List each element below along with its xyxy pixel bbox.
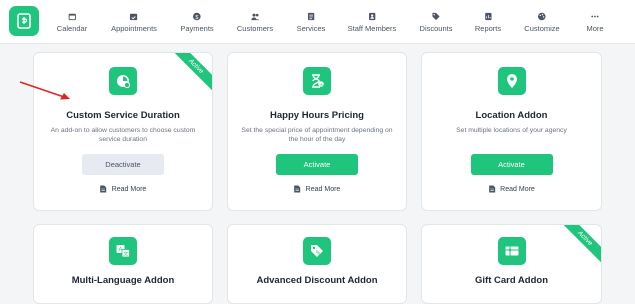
nav-label: Payments (180, 23, 214, 33)
customers-icon (250, 13, 260, 20)
reports-icon (484, 12, 492, 20)
palette-icon (538, 12, 546, 20)
addon-card-advanced-discount-addon: % Advanced Discount Addon (227, 224, 407, 304)
addon-title: Advanced Discount Addon (256, 275, 378, 286)
addon-card-location-addon: Location Addon Set multiple locations of… (421, 52, 602, 211)
addon-title: Multi-Language Addon (71, 275, 175, 286)
addon-card-gift-card-addon: Active Gift Card Addon (421, 224, 602, 304)
addon-card-multi-language-addon: A文 Multi-Language Addon (33, 224, 213, 304)
appointments-icon (130, 13, 138, 20)
app-logo[interactable] (9, 6, 39, 36)
addon-description: Set the special price of appointment dep… (241, 127, 393, 143)
read-more-link[interactable]: Read More (100, 185, 147, 193)
svg-text:%: % (316, 251, 321, 257)
active-badge: Active (556, 225, 601, 268)
nav-calendar[interactable]: Calendar (57, 0, 87, 44)
read-more-link[interactable]: Read More (488, 185, 535, 193)
tag-icon (432, 12, 440, 20)
nav-label: Customers (236, 23, 274, 33)
addon-description: An add-on to allow customers to choose c… (50, 127, 196, 143)
nav-label: More (586, 23, 604, 33)
nav-more[interactable]: More (586, 0, 604, 44)
nav-reports[interactable]: Reports (475, 0, 501, 44)
nav-label: Calendar (56, 23, 88, 33)
addon-title: Custom Service Duration (66, 110, 180, 121)
svg-text:文: 文 (123, 251, 128, 258)
read-more-label: Read More (500, 185, 535, 193)
hourglass-icon: % (303, 67, 331, 95)
logo-icon (17, 13, 31, 29)
nav-label: Discounts (419, 23, 453, 33)
read-more-label: Read More (111, 185, 147, 193)
nav-label: Services (296, 23, 326, 33)
nav-payments[interactable]: $ Payments (180, 0, 214, 44)
nav-label: Reports (474, 23, 502, 33)
clock-pie-icon (109, 67, 137, 95)
top-navigation-bar: Calendar Appointments $ Payments Custome… (0, 0, 635, 44)
more-icon (591, 15, 599, 17)
nav-label: Appointments (111, 23, 157, 33)
nav-label: Staff Members (347, 23, 397, 33)
staff-icon (368, 12, 376, 20)
nav-services[interactable]: Services (296, 0, 326, 44)
activate-button[interactable]: Activate (276, 154, 358, 175)
map-pin-icon (497, 67, 526, 95)
nav-discounts[interactable]: Discounts (419, 0, 453, 44)
activate-button[interactable]: Activate (470, 154, 553, 175)
nav-customize[interactable]: Customize (524, 0, 560, 44)
nav-appointments[interactable]: Appointments (111, 0, 157, 44)
annotation-arrow-icon (19, 81, 70, 100)
payments-icon: $ (193, 12, 201, 20)
read-more-link[interactable]: Read More (294, 185, 341, 193)
translate-icon: A文 (109, 237, 137, 265)
addon-card-custom-service-duration: Active Custom Service Duration An add-on… (33, 52, 213, 211)
deactivate-button[interactable]: Deactivate (82, 154, 164, 175)
document-icon (488, 185, 495, 193)
svg-text:$: $ (195, 14, 198, 20)
nav-label: Customize (524, 23, 560, 33)
addon-description: Set multiple locations of your agency (456, 127, 567, 134)
addon-title: Happy Hours Pricing (270, 110, 364, 121)
document-icon (100, 185, 107, 193)
calendar-icon (68, 13, 76, 20)
addon-card-happy-hours-pricing: % Happy Hours Pricing Set the special pr… (227, 52, 407, 211)
addons-grid: Active Custom Service Duration An add-on… (0, 44, 635, 304)
addon-title: Gift Card Addon (475, 275, 548, 286)
discount-tag-icon: % (303, 237, 331, 265)
active-badge: Active (167, 53, 212, 96)
nav-customers[interactable]: Customers (237, 0, 273, 44)
svg-text:%: % (319, 82, 323, 87)
document-icon (294, 185, 301, 193)
read-more-label: Read More (305, 185, 341, 193)
nav-staff-members[interactable]: Staff Members (347, 0, 397, 44)
services-icon (307, 12, 315, 20)
gift-card-icon (497, 237, 526, 265)
addon-title: Location Addon (475, 110, 548, 121)
